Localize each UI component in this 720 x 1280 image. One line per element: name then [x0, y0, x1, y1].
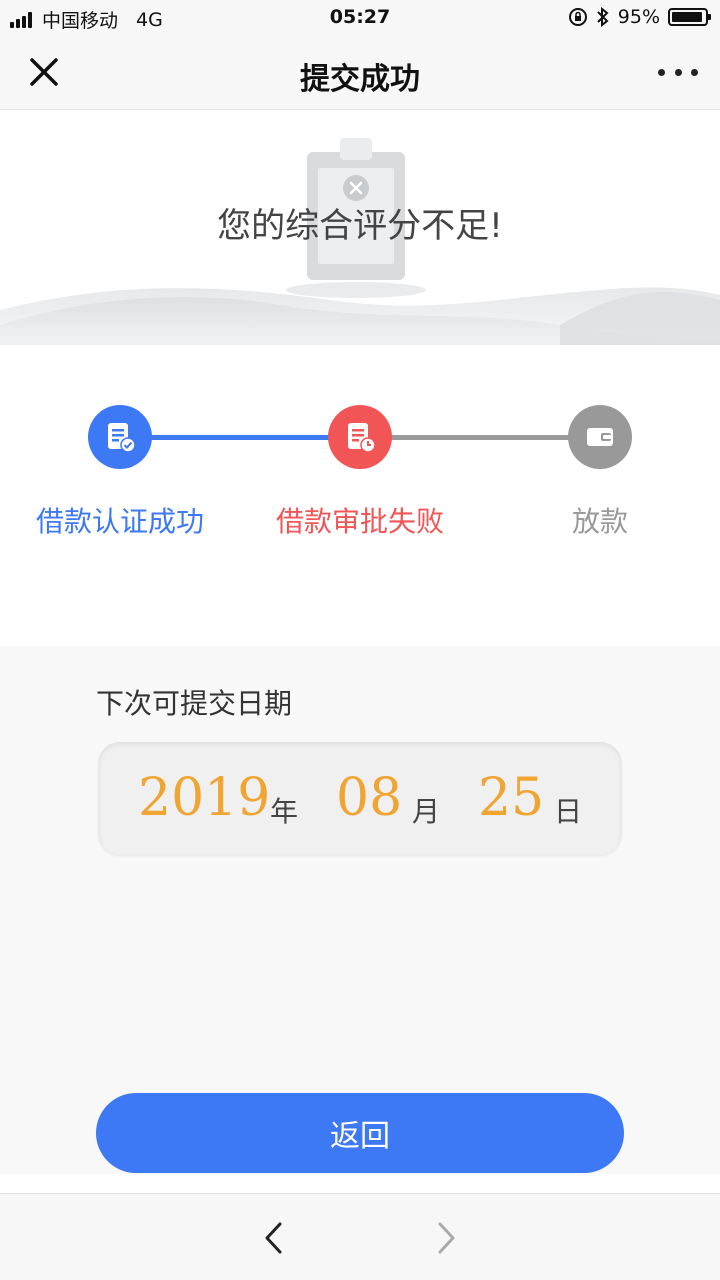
bluetooth-icon	[597, 7, 609, 27]
network-type: 4G	[136, 8, 163, 31]
chevron-right-icon[interactable]	[434, 1220, 458, 1256]
result-message: 您的综合评分不足!	[217, 206, 503, 246]
step-label-done: 借款认证成功	[35, 505, 204, 538]
more-icon[interactable]	[658, 62, 698, 82]
step-label-failed: 借款审批失败	[275, 505, 444, 538]
date-day-unit: 日	[554, 795, 583, 828]
step-done-icon	[88, 405, 152, 469]
date-display: 2019 年 08 月 25 日	[98, 742, 622, 856]
step-label-pending: 放款	[571, 505, 628, 538]
step-connector-done	[150, 435, 330, 440]
date-year-unit: 年	[270, 795, 299, 828]
back-button[interactable]: 返回	[96, 1093, 624, 1173]
status-right: 95%	[568, 6, 711, 28]
date-month-unit: 月	[412, 795, 441, 828]
page-title: 提交成功	[300, 62, 420, 97]
next-date-title: 下次可提交日期	[96, 687, 293, 720]
battery-icon	[668, 8, 711, 26]
rotation-lock-icon	[568, 8, 587, 26]
status-left: 中国移动 4G	[10, 6, 163, 33]
battery-percent: 95%	[617, 6, 660, 28]
battery-fill	[672, 12, 703, 22]
carrier-name: 中国移动	[42, 10, 119, 32]
step-connector-pending	[390, 435, 570, 440]
date-day: 25	[478, 768, 545, 828]
progress-steps: 借款认证成功 借款审批失败 放款	[0, 345, 720, 645]
step-failed-icon	[328, 405, 392, 469]
signal-icon	[10, 11, 32, 28]
step-pending-wallet-icon	[568, 405, 632, 469]
date-month: 08	[336, 768, 403, 828]
browser-toolbar	[0, 1193, 720, 1280]
result-banner: 您的综合评分不足!	[0, 110, 720, 345]
chevron-left-icon[interactable]	[262, 1220, 286, 1256]
nav-bar: 提交成功	[0, 36, 720, 110]
close-icon[interactable]	[26, 54, 62, 90]
date-year: 2019	[138, 768, 271, 828]
status-bar: 中国移动 4G 05:27 95%	[0, 0, 720, 36]
